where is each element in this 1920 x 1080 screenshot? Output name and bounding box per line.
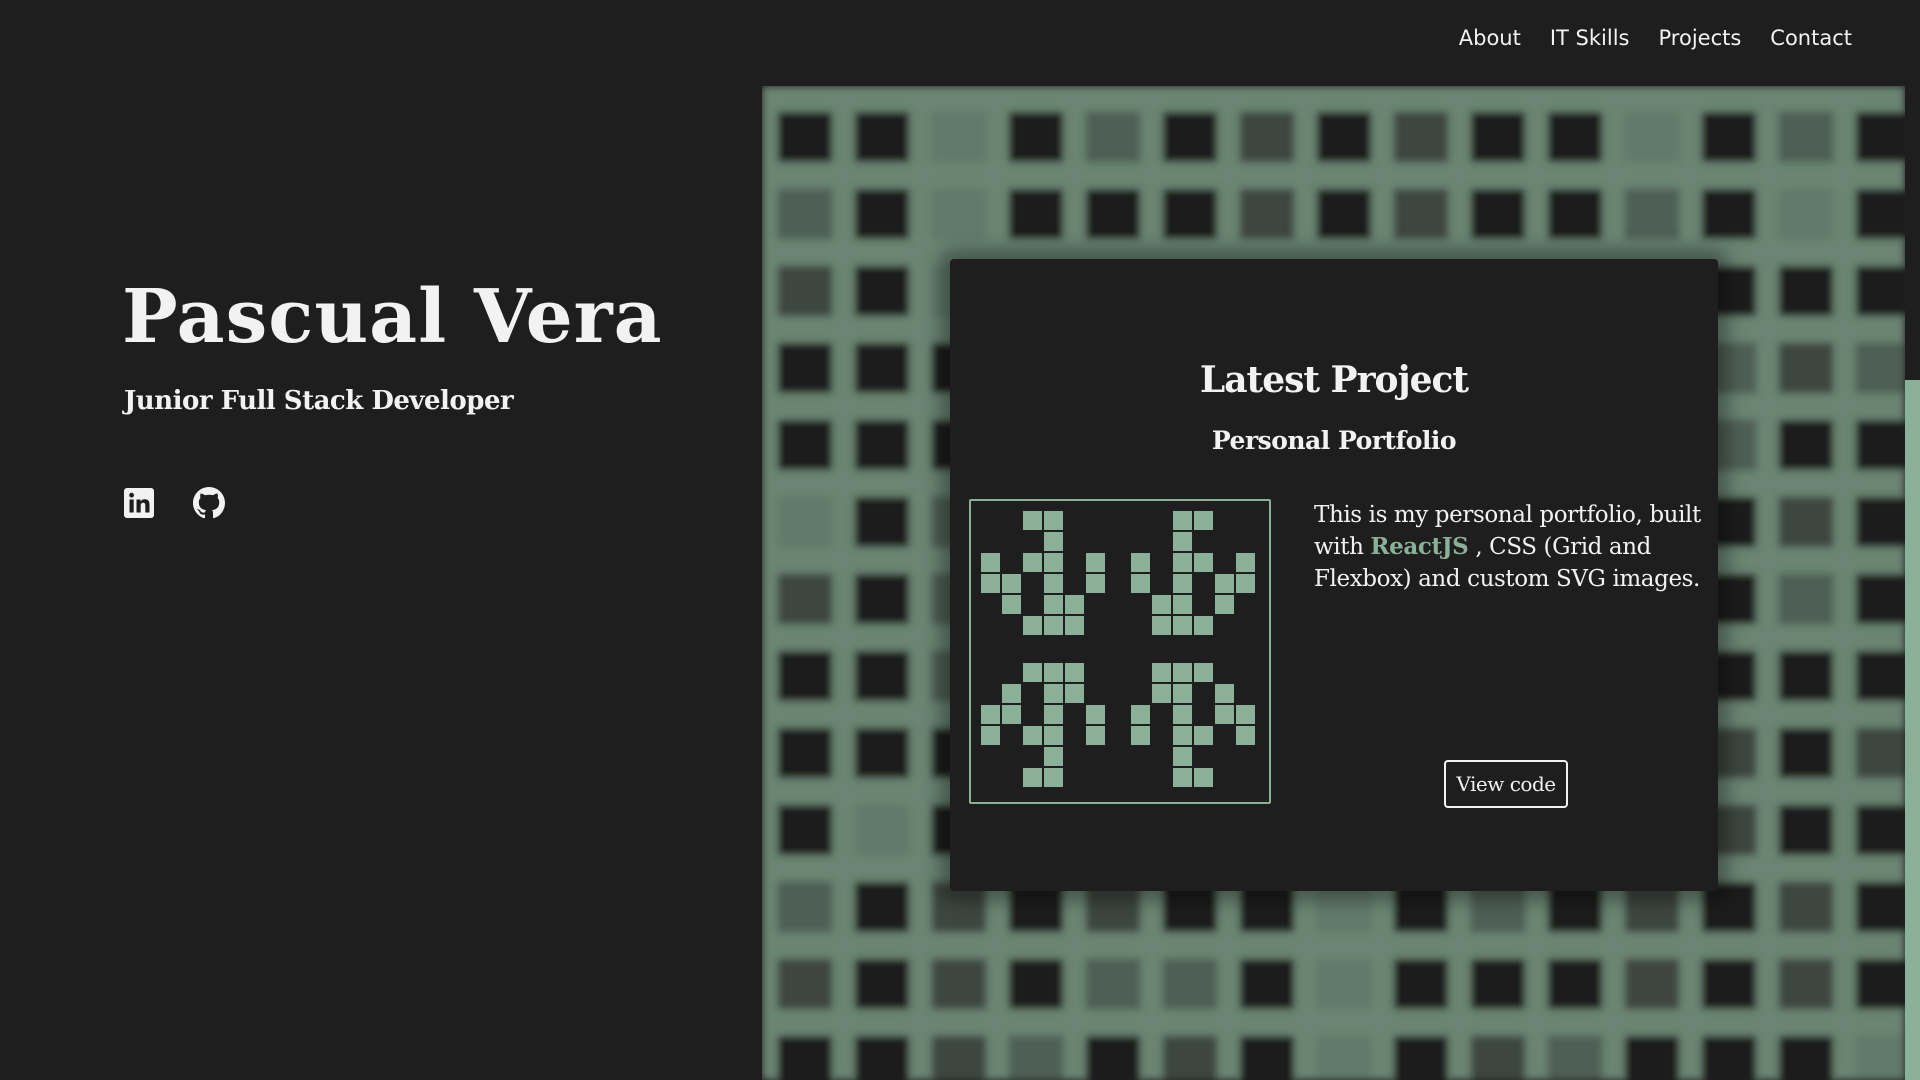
project-name: Personal Portfolio — [1211, 426, 1457, 455]
social-links — [123, 487, 225, 519]
view-code-button[interactable]: View code — [1444, 760, 1568, 808]
nav-about-link[interactable]: About — [1459, 26, 1521, 50]
linkedin-icon[interactable] — [123, 487, 155, 519]
nav-it-skills-link[interactable]: IT Skills — [1550, 26, 1630, 50]
nav-contact-link[interactable]: Contact — [1770, 26, 1852, 50]
latest-project-card: Latest Project Personal Portfolio This i… — [950, 259, 1718, 891]
nav-projects-link[interactable]: Projects — [1659, 26, 1742, 50]
hero-job-title: Junior Full Stack Developer — [124, 386, 514, 416]
card-heading: Latest Project — [1199, 359, 1469, 401]
scrollbar[interactable] — [1905, 380, 1920, 1080]
hero-name: Pascual Vera — [122, 274, 663, 360]
project-preview-image — [969, 499, 1271, 804]
reactjs-link[interactable]: ReactJS — [1370, 533, 1468, 560]
github-icon[interactable] — [193, 487, 225, 519]
top-nav: About IT Skills Projects Contact — [1459, 26, 1852, 50]
project-description: This is my personal portfolio, built wit… — [1314, 499, 1714, 595]
